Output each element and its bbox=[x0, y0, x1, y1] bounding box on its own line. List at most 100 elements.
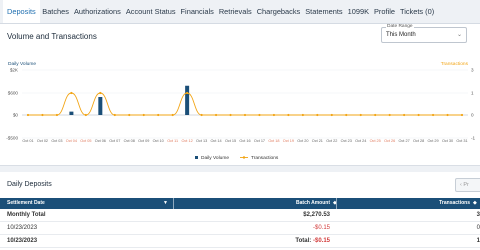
x-tick-label: Oct 20 bbox=[297, 139, 308, 143]
right-axis-label: Transactions bbox=[441, 61, 469, 67]
legend-swatch-volume bbox=[195, 156, 198, 159]
x-tick-label: Oct 19 bbox=[283, 139, 294, 143]
transactions-point bbox=[316, 113, 319, 117]
chevron-down-icon: ⌄ bbox=[456, 32, 462, 38]
row-transactions: 3 bbox=[476, 212, 480, 218]
transactions-point bbox=[200, 113, 203, 117]
volume-bar bbox=[185, 85, 190, 115]
x-tick-label: Oct 11 bbox=[167, 139, 178, 143]
legend-marker-transactions bbox=[242, 156, 246, 159]
column-divider bbox=[336, 198, 337, 209]
col-settlement-date[interactable]: Settlement Date bbox=[7, 198, 45, 209]
transactions-point bbox=[41, 113, 44, 117]
sort-desc-icon[interactable]: ▼ bbox=[163, 198, 168, 209]
transactions-point bbox=[26, 113, 30, 117]
transactions-point bbox=[431, 113, 435, 117]
transactions-point bbox=[243, 113, 247, 117]
x-tick-label: Oct 06 bbox=[95, 139, 106, 143]
volume-bar bbox=[98, 97, 103, 115]
x-tick-label: Oct 12 bbox=[182, 139, 193, 143]
tab-profile[interactable]: Profile bbox=[372, 0, 398, 23]
transactions-point bbox=[330, 113, 333, 117]
volume-bar bbox=[69, 111, 74, 115]
transactions-point bbox=[171, 113, 174, 117]
table-row[interactable]: 10/23/2023 -$0.15 0 bbox=[0, 222, 480, 235]
x-tick-label: Oct 10 bbox=[153, 139, 164, 143]
transactions-point bbox=[374, 113, 377, 117]
row-amount-total: Total: -$0.15 bbox=[295, 238, 330, 244]
right-tick-label: 3 bbox=[471, 68, 474, 73]
x-tick-label: Oct 04 bbox=[66, 139, 77, 143]
row-transactions: 0 bbox=[476, 225, 480, 231]
col-batch-amount[interactable]: Batch Amount bbox=[296, 198, 330, 209]
transactions-point bbox=[229, 113, 232, 117]
right-tick-label: 1 bbox=[471, 91, 474, 96]
left-tick-label: $600 bbox=[8, 91, 19, 96]
tab-batches[interactable]: Batches bbox=[40, 0, 72, 23]
transactions-line bbox=[28, 92, 462, 116]
row-date: Monthly Total bbox=[7, 212, 46, 218]
sort-icon[interactable]: ◆ bbox=[473, 198, 477, 209]
transactions-point bbox=[142, 113, 145, 117]
transactions-point bbox=[214, 113, 218, 117]
legend-label-transactions: Transactions bbox=[251, 155, 279, 161]
x-tick-label: Oct 17 bbox=[254, 139, 265, 143]
tab-retrievals[interactable]: Retrievals bbox=[216, 0, 254, 23]
tab-chargebacks[interactable]: Chargebacks bbox=[254, 0, 303, 23]
tab-account-status[interactable]: Account Status bbox=[123, 0, 178, 23]
row-amount: $2,270.53 bbox=[303, 212, 330, 218]
volume-transactions-chart: Daily Volume Transactions $2K $600 $0 -$500 3 1… bbox=[6, 61, 476, 161]
transactions-point bbox=[84, 113, 87, 117]
left-tick-label: $0 bbox=[13, 113, 19, 118]
x-tick-label: Oct 09 bbox=[138, 139, 149, 143]
x-tick-label: Oct 24 bbox=[355, 139, 366, 143]
tab-authorizations[interactable]: Authorizations bbox=[71, 0, 123, 23]
deposits-table-header: Settlement Date ▼ Batch Amount ◆ Transac… bbox=[0, 198, 480, 209]
row-date: 10/23/2023 bbox=[7, 238, 38, 244]
top-tab-bar: Deposits Batches Authorizations Account Sta… bbox=[0, 0, 480, 24]
daily-deposits-title: Daily Deposits bbox=[7, 181, 52, 188]
x-tick-label: Oct 01 bbox=[22, 139, 33, 143]
tab-1099k[interactable]: 1099K bbox=[345, 0, 371, 23]
transactions-point bbox=[388, 113, 391, 117]
date-range-legend: Date Range bbox=[386, 24, 414, 29]
tab-tickets-0[interactable]: Tickets (0) bbox=[397, 0, 436, 23]
date-range-select[interactable]: Date Range This Month ⌄ bbox=[381, 24, 467, 43]
x-tick-label: Oct 22 bbox=[326, 139, 337, 143]
legend-label-volume: Daily Volume bbox=[201, 155, 229, 161]
tab-statements[interactable]: Statements bbox=[303, 0, 345, 23]
x-tick-label: Oct 26 bbox=[384, 139, 395, 143]
x-tick-label: Oct 21 bbox=[312, 139, 323, 143]
table-row[interactable]: Monthly Total $2,270.53 3 bbox=[0, 209, 480, 222]
x-tick-label: Oct 25 bbox=[370, 139, 381, 143]
chart-title: Volume and Transactions bbox=[7, 32, 97, 41]
row-amount: -$0.15 bbox=[312, 238, 330, 244]
tab-financials[interactable]: Financials bbox=[178, 0, 216, 23]
x-tick-label: Oct 14 bbox=[210, 139, 221, 143]
right-tick-label: -1 bbox=[471, 136, 476, 141]
x-tick-label: Oct 08 bbox=[124, 139, 135, 143]
transactions-point bbox=[460, 113, 464, 117]
transactions-point bbox=[446, 113, 449, 117]
date-range-value: This Month bbox=[386, 32, 416, 38]
transactions-point bbox=[113, 113, 116, 117]
previous-button[interactable]: ‹ Pr bbox=[455, 178, 480, 192]
x-tick-label: Oct 27 bbox=[399, 139, 410, 143]
left-axis-label: Daily Volume bbox=[8, 61, 36, 67]
transactions-point bbox=[301, 113, 304, 117]
transactions-point bbox=[272, 113, 276, 117]
col-transactions[interactable]: Transactions bbox=[439, 198, 470, 209]
x-tick-label: Oct 13 bbox=[196, 139, 207, 143]
right-tick-label: 0 bbox=[471, 113, 474, 118]
daily-deposits-card: Daily Deposits ‹ Pr Settlement Date ▼ Ba… bbox=[0, 172, 480, 250]
left-tick-label: $2K bbox=[10, 68, 19, 73]
x-tick-label: Oct 18 bbox=[268, 139, 279, 143]
x-tick-label: Oct 16 bbox=[239, 139, 250, 143]
x-tick-label: Oct 02 bbox=[37, 139, 48, 143]
transactions-point bbox=[128, 113, 131, 117]
transactions-point bbox=[70, 91, 73, 95]
tab-deposits[interactable]: Deposits bbox=[3, 0, 40, 23]
transactions-point bbox=[157, 113, 160, 117]
table-row[interactable]: 10/23/2023 Total: -$0.15 1 bbox=[0, 235, 480, 248]
x-tick-label: Oct 28 bbox=[413, 139, 424, 143]
